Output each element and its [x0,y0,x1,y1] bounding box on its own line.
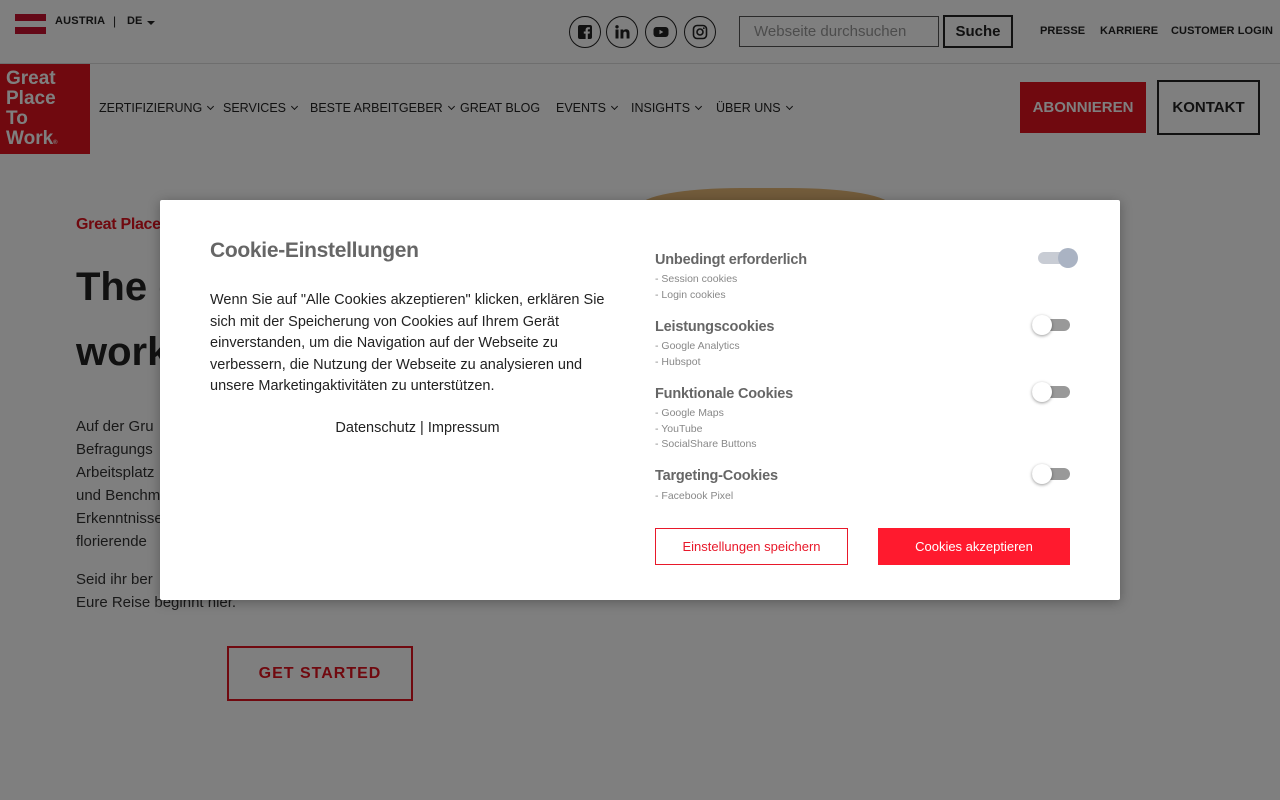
category-title: Unbedingt erforderlich [655,252,807,268]
toggle-knob [1032,464,1052,484]
toggle-knob [1032,382,1052,402]
imprint-link[interactable]: Impressum [428,420,500,436]
category-item: - Google Maps [655,407,724,419]
toggle-knob [1032,315,1052,335]
privacy-link[interactable]: Datenschutz [335,420,416,436]
dialog-title: Cookie-Einstellungen [210,239,419,262]
save-settings-button[interactable]: Einstellungen speichern [655,528,848,565]
link-separator: | [416,420,428,436]
cookie-settings-dialog: Cookie-Einstellungen Wenn Sie auf "Alle … [160,200,1120,600]
category-item: - Hubspot [655,356,701,368]
category-item: - Login cookies [655,289,726,301]
category-item: - SocialShare Buttons [655,438,757,450]
category-title: Leistungscookies [655,319,775,335]
toggle-necessary[interactable] [1038,248,1078,268]
category-title: Targeting-Cookies [655,468,778,484]
category-item: - YouTube [655,423,703,435]
category-item: - Session cookies [655,273,738,285]
toggle-functional[interactable] [1032,382,1070,402]
dialog-description: Wenn Sie auf "Alle Cookies akzeptieren" … [210,292,605,394]
toggle-performance[interactable] [1032,315,1070,335]
accept-cookies-button[interactable]: Cookies akzeptieren [878,528,1070,565]
category-item: - Google Analytics [655,340,740,352]
category-title: Funktionale Cookies [655,386,793,402]
toggle-targeting[interactable] [1032,464,1070,484]
dialog-links: Datenschutz | Impressum [210,420,625,436]
toggle-knob [1058,248,1078,268]
category-item: - Facebook Pixel [655,490,734,502]
